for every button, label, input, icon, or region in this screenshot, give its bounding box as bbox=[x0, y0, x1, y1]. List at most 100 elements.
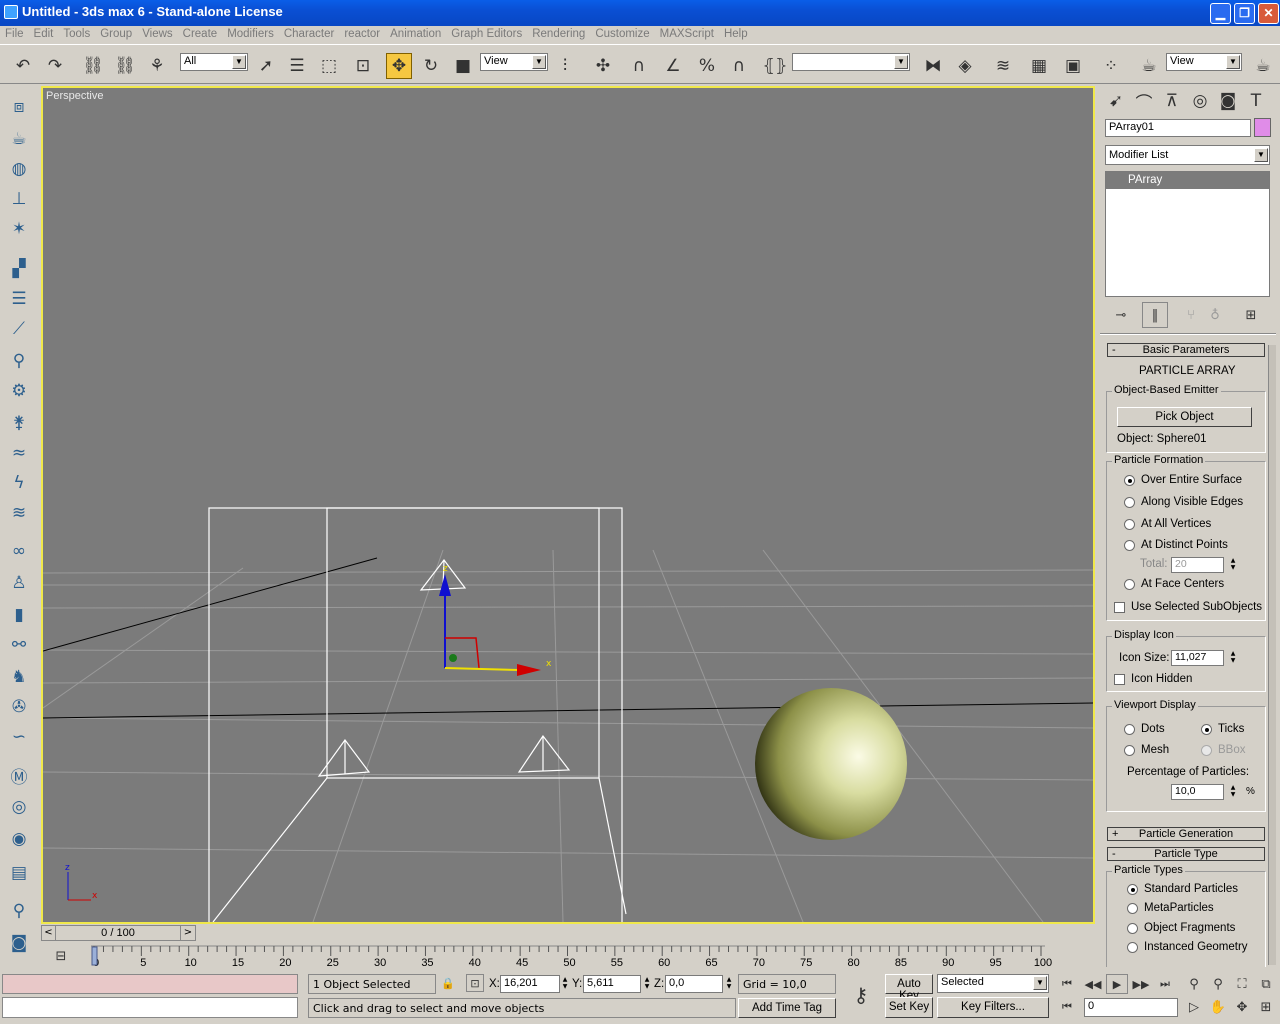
menu-modifiers[interactable]: Modifiers bbox=[222, 26, 279, 40]
rollout-particle-generation[interactable]: + Particle Generation bbox=[1107, 827, 1265, 841]
z-spinner[interactable]: ▲ ▼ bbox=[724, 976, 734, 992]
go-to-end-icon[interactable]: ⏭ bbox=[1154, 974, 1176, 994]
snap-toggle-icon[interactable]: ∩ bbox=[626, 53, 652, 79]
menu-create[interactable]: Create bbox=[178, 26, 223, 40]
key-filters-button[interactable]: Key Filters... bbox=[937, 997, 1049, 1018]
render-scene-icon[interactable]: ☕ bbox=[1136, 53, 1162, 79]
rollout-basic-parameters[interactable]: - Basic Parameters bbox=[1107, 343, 1265, 357]
current-time-marker[interactable] bbox=[91, 946, 98, 966]
gear-icon[interactable]: ⚙ bbox=[6, 378, 32, 404]
zoom-icon[interactable]: ⚲ bbox=[6, 898, 32, 924]
percentage-input[interactable]: 10,0 bbox=[1171, 784, 1224, 800]
material-editor-icon[interactable]: ⁘ bbox=[1098, 53, 1124, 79]
window-crossing-icon[interactable]: ⊡ bbox=[350, 53, 376, 79]
display-tab-icon[interactable]: ◙ bbox=[1215, 88, 1241, 114]
radio-instanced-geometry[interactable] bbox=[1127, 942, 1138, 953]
maxscript-listener-mini[interactable] bbox=[2, 974, 298, 994]
modifier-list-dropdown[interactable]: Modifier List ▼ bbox=[1105, 145, 1270, 165]
percent-snap-icon[interactable]: % bbox=[694, 53, 720, 79]
radio-along-visible-edges[interactable] bbox=[1124, 497, 1135, 508]
rope-icon[interactable]: ∽ bbox=[6, 724, 32, 750]
key-mode-dropdown[interactable]: Selected ▼ bbox=[937, 974, 1049, 993]
zoom-icon[interactable]: ⚲ bbox=[1184, 974, 1204, 994]
radio-ticks[interactable] bbox=[1201, 724, 1212, 735]
menu-tools[interactable]: Tools bbox=[58, 26, 95, 40]
maximize-viewport-icon[interactable]: ⊞ bbox=[1256, 997, 1276, 1017]
radio-mesh[interactable] bbox=[1124, 745, 1135, 756]
x-spinner[interactable]: ▲ ▼ bbox=[560, 976, 570, 992]
auto-key-button[interactable]: Auto Key bbox=[885, 974, 933, 1002]
radio-at-distinct-points[interactable] bbox=[1124, 540, 1135, 551]
biped-icon[interactable]: ♙ bbox=[6, 570, 32, 596]
boolean-icon[interactable]: ▞ bbox=[6, 256, 32, 282]
remove-modifier-icon[interactable]: ♁ bbox=[1202, 302, 1228, 328]
minimize-button[interactable]: ▁ bbox=[1210, 3, 1231, 24]
y-spinner[interactable]: ▲ ▼ bbox=[642, 976, 652, 992]
helper-icon[interactable]: ⚲ bbox=[6, 348, 32, 374]
stack-item-parray[interactable]: PArray bbox=[1106, 172, 1269, 189]
next-frame-button-icon[interactable]: ▶▶ bbox=[1130, 974, 1152, 994]
object-color-swatch[interactable] bbox=[1254, 118, 1271, 137]
selection-filter-dropdown[interactable]: All ▼ bbox=[180, 53, 248, 71]
z-coordinate-input[interactable]: 0,0 bbox=[665, 975, 723, 993]
link-icon[interactable]: ⛓ bbox=[80, 53, 106, 79]
set-key-button[interactable]: Set Key bbox=[885, 997, 933, 1018]
menu-help[interactable]: Help bbox=[719, 26, 753, 40]
rollout-particle-type[interactable]: - Particle Type bbox=[1107, 847, 1265, 861]
time-slider-frame[interactable]: 0 / 100 bbox=[56, 926, 180, 940]
unlink-icon[interactable]: ⛓ bbox=[112, 53, 138, 79]
schematic-icon[interactable]: ▤ bbox=[6, 860, 32, 886]
pin-stack-icon[interactable]: ⊸ bbox=[1108, 302, 1134, 328]
modify-tab-icon[interactable]: ⌒ bbox=[1131, 88, 1157, 114]
next-frame-icon[interactable]: > bbox=[180, 926, 195, 940]
maximize-button[interactable]: ❐ bbox=[1234, 3, 1255, 24]
align-icon[interactable]: ◈ bbox=[952, 53, 978, 79]
lightning-icon[interactable]: ϟ bbox=[6, 470, 32, 496]
zoom-extents-all-icon[interactable]: ⧉ bbox=[1256, 974, 1276, 994]
close-button[interactable]: ✕ bbox=[1258, 3, 1279, 24]
curve-editor-icon[interactable]: ▦ bbox=[1026, 53, 1052, 79]
play-icon[interactable]: ▶ bbox=[1106, 974, 1128, 994]
tape-icon[interactable]: ⟋ bbox=[6, 316, 32, 342]
track-bar[interactable]: 0510152025303540455055606570758085909510… bbox=[41, 944, 1095, 970]
radio-at-all-vertices[interactable] bbox=[1124, 519, 1135, 530]
map-icon[interactable]: Ⓜ bbox=[6, 762, 32, 788]
icon-size-input[interactable]: 11,027 bbox=[1171, 650, 1224, 666]
pivot-center-icon[interactable]: ⫶ bbox=[552, 53, 578, 79]
menu-views[interactable]: Views bbox=[137, 26, 177, 40]
configure-modifier-sets-icon[interactable]: ⊞ bbox=[1238, 302, 1264, 328]
perspective-viewport[interactable]: x z z x bbox=[41, 86, 1095, 924]
box-icon[interactable]: ⧈ bbox=[6, 94, 32, 120]
edit-named-selection-icon[interactable]: ⦃⦄ bbox=[762, 53, 788, 79]
key-icon[interactable]: ⚷ bbox=[844, 982, 878, 1008]
rectangular-selection-icon[interactable]: ⬚ bbox=[316, 53, 342, 79]
select-and-rotate-icon[interactable]: ↻ bbox=[418, 53, 444, 79]
create-tab-icon[interactable]: ➹ bbox=[1103, 88, 1129, 114]
wind-icon[interactable]: ≈ bbox=[6, 440, 32, 466]
hierarchy-tab-icon[interactable]: ⊼ bbox=[1159, 88, 1185, 114]
radio-at-face-centers[interactable] bbox=[1124, 579, 1135, 590]
menu-maxscript[interactable]: MAXScript bbox=[655, 26, 719, 40]
pan-icon[interactable]: ✋ bbox=[1208, 997, 1228, 1017]
checkbox-use-selected-subobjects[interactable] bbox=[1114, 602, 1125, 613]
menu-group[interactable]: Group bbox=[95, 26, 137, 40]
menu-edit[interactable]: Edit bbox=[29, 26, 59, 40]
angle-snap-icon[interactable]: ∠ bbox=[660, 53, 686, 79]
percentage-spinner[interactable]: ▲ ▼ bbox=[1228, 784, 1238, 800]
environment-icon[interactable]: ◉ bbox=[6, 826, 32, 852]
radio-dots[interactable] bbox=[1124, 724, 1135, 735]
star-icon[interactable]: ✶ bbox=[6, 216, 32, 242]
total-input[interactable]: 20 bbox=[1171, 557, 1224, 573]
total-spinner[interactable]: ▲ ▼ bbox=[1228, 557, 1238, 573]
figure-icon[interactable]: ♞ bbox=[6, 664, 32, 690]
lock-icon[interactable]: 🔒 bbox=[440, 974, 456, 992]
plane-icon[interactable]: ⊥ bbox=[6, 186, 32, 212]
zoom-extents-icon[interactable]: ⛶ bbox=[1232, 974, 1252, 994]
reference-coordinate-dropdown[interactable]: View ▼ bbox=[480, 53, 548, 71]
named-selection-sets-dropdown[interactable]: ▼ bbox=[792, 53, 910, 71]
material-icon[interactable]: ▮ bbox=[6, 602, 32, 628]
radio-standard-particles[interactable] bbox=[1127, 884, 1138, 895]
field-of-view-icon[interactable]: ▷ bbox=[1184, 997, 1204, 1017]
select-and-move-icon[interactable]: ✥ bbox=[386, 53, 412, 79]
pick-object-button[interactable]: Pick Object bbox=[1117, 407, 1252, 427]
